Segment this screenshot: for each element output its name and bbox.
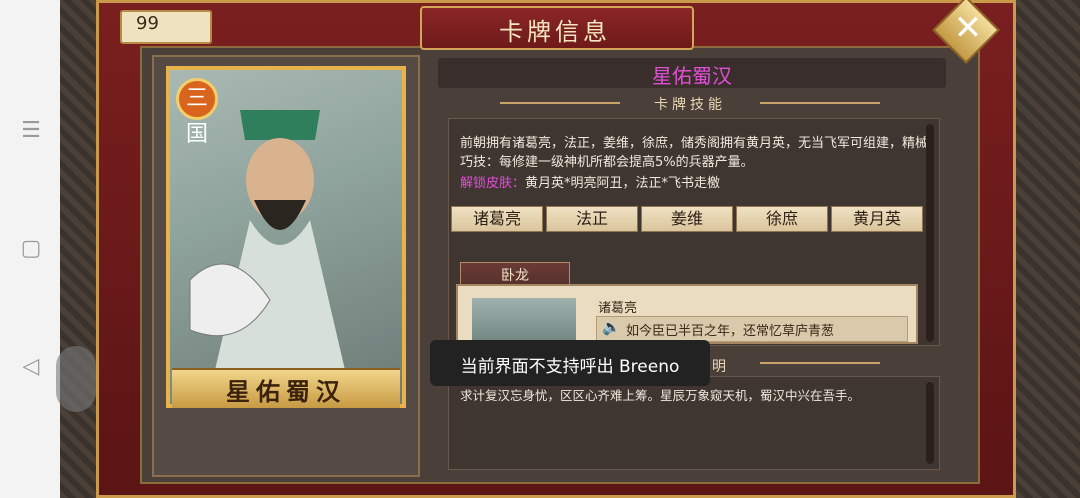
story-text: 求计复汉忘身忧，区区心齐难上筹。星辰万象窥天机，蜀汉中兴在吾手。 xyxy=(460,388,861,403)
back-icon[interactable]: ◁ xyxy=(18,354,44,380)
hero-button-xushu[interactable]: 徐庶 xyxy=(736,206,828,232)
section-label-story: 明 xyxy=(712,359,726,375)
quote-text: 如今臣已半百之年，还常忆草庐青葱 xyxy=(626,324,835,339)
ornament-line xyxy=(760,102,880,104)
unlock-label: 解锁皮肤： xyxy=(460,176,526,191)
hero-button-fazheng[interactable]: 法正 xyxy=(546,206,638,232)
quote-speaker: 诸葛亮 xyxy=(598,301,638,316)
skill-title: 星佑蜀汉 xyxy=(652,64,732,88)
skill-description: 前朝拥有诸葛亮，法正，姜维，徐庶，储秀阁拥有黄月英，无当飞军可组建，精械巧技：每… xyxy=(460,136,929,170)
section-label-skill: 卡牌技能 xyxy=(654,97,726,113)
speaker-icon[interactable]: 🔈 xyxy=(602,318,621,336)
card-name: 星佑蜀汉 xyxy=(226,377,346,406)
count-scroll xyxy=(120,10,212,44)
scrollbar[interactable] xyxy=(926,382,934,464)
unlock-value: 黄月英*明亮阿丑，法正*飞书走檄 xyxy=(525,176,721,191)
hero-button-huangyueying[interactable]: 黄月英 xyxy=(831,206,923,232)
character-illustration xyxy=(189,110,345,370)
page-title: 卡牌信息 xyxy=(499,18,611,46)
menu-icon[interactable]: ☰ xyxy=(18,118,44,144)
close-icon[interactable]: ✕ xyxy=(948,6,988,50)
unlock-skin-line: 解锁皮肤：黄月英*明亮阿丑，法正*飞书走檄 xyxy=(460,172,930,191)
floating-assistant-ball[interactable] xyxy=(56,346,96,412)
count-value: 99 xyxy=(136,13,159,34)
speaker-portrait xyxy=(472,298,576,344)
scrollbar[interactable] xyxy=(926,124,934,342)
home-icon[interactable]: ▢ xyxy=(18,236,44,262)
toast-text: 当前界面不支持呼出 Breeno xyxy=(460,357,680,377)
hero-button-jiangwei[interactable]: 姜维 xyxy=(641,206,733,232)
hero-button-zhugeliang[interactable]: 诸葛亮 xyxy=(451,206,543,232)
faction-badge-icon: 三国 xyxy=(176,78,218,147)
ornament-line xyxy=(760,362,880,364)
